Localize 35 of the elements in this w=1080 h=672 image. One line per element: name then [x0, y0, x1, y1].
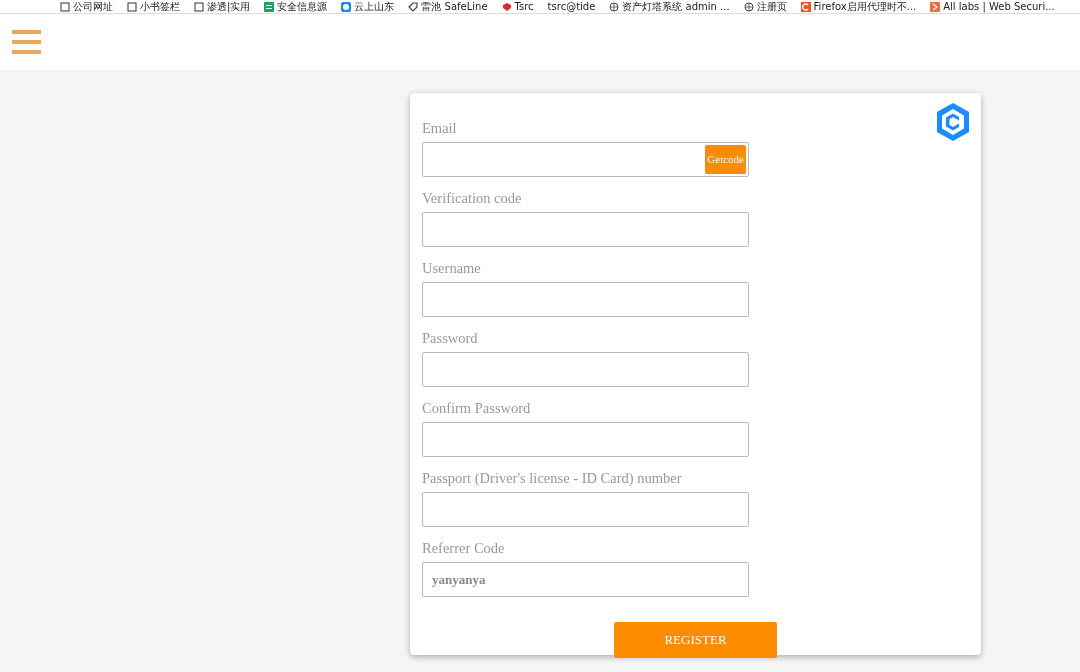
- bookmark-link[interactable]: 雷池 SafeLine: [421, 0, 488, 13]
- bookmark-link[interactable]: tsrc@tide: [547, 0, 596, 13]
- bookmark-link[interactable]: 云上山东: [354, 0, 395, 13]
- field-label: Verification code: [422, 189, 523, 207]
- shield-icon: [501, 1, 512, 12]
- field-label: Referrer Code: [422, 539, 506, 557]
- folder-icon: [60, 1, 70, 12]
- input-field[interactable]: [422, 422, 749, 457]
- globe-icon: [743, 1, 754, 12]
- bookmark-link[interactable]: All labs | Web Securi...: [943, 0, 1055, 13]
- bookmark-link[interactable]: 公司网址: [73, 0, 113, 13]
- tag-icon: [408, 1, 419, 12]
- input-field[interactable]: [422, 282, 749, 317]
- bookmark-link[interactable]: Tsrc: [514, 0, 534, 13]
- menu-icon[interactable]: [12, 30, 41, 54]
- field-label: Password: [422, 329, 479, 347]
- input-field[interactable]: [422, 352, 749, 387]
- input-field[interactable]: [422, 212, 749, 247]
- folder-icon: [127, 1, 137, 12]
- bookmark-link[interactable]: 小书签栏: [140, 0, 180, 13]
- field-label: Confirm Password: [422, 399, 532, 417]
- field-label: Email: [422, 119, 458, 137]
- bookmark-link[interactable]: Firefox启用代理时不...: [813, 0, 917, 13]
- bookmark-link[interactable]: 渗透|实用: [207, 0, 251, 13]
- field-label: Passport (Driver's license - ID Card) number: [422, 469, 683, 487]
- bookmark-link[interactable]: 资产灯塔系统 admin ...: [622, 0, 730, 13]
- field-label: Username: [422, 259, 482, 277]
- input-field[interactable]: [422, 142, 749, 177]
- bookmark-link[interactable]: 安全信息源: [277, 0, 328, 13]
- logo-icon: [935, 102, 971, 142]
- input-field[interactable]: [422, 492, 749, 527]
- input-field[interactable]: yanyanya: [422, 562, 749, 597]
- folder-icon: [194, 1, 204, 12]
- bookmark-link[interactable]: 注册页: [756, 0, 787, 13]
- globe-icon: [609, 1, 620, 12]
